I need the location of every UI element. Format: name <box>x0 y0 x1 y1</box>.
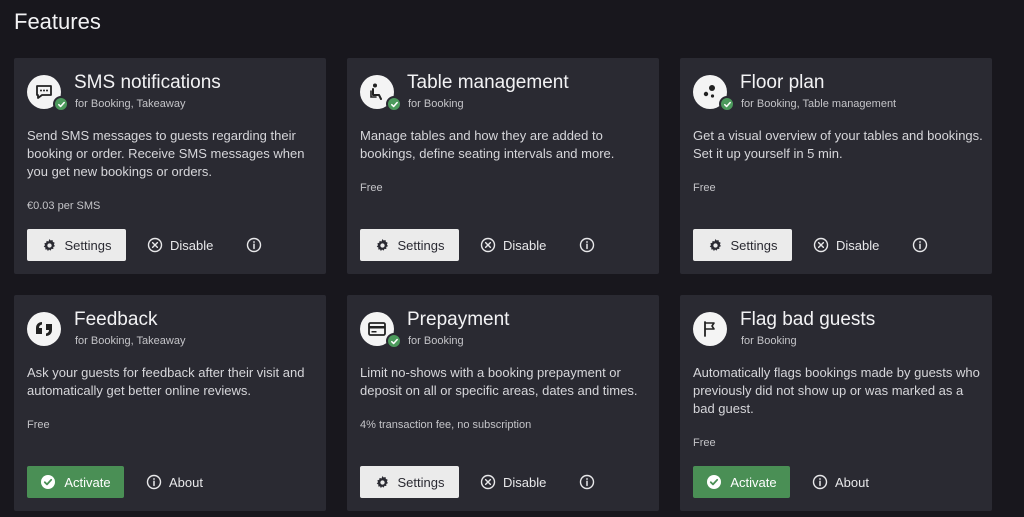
card-price: Free <box>360 182 383 194</box>
check-icon <box>719 96 735 112</box>
card-price: €0.03 per SMS <box>27 200 101 212</box>
feature-card-sms-notifications: SMS notifications for Booking, Takeaway Se… <box>14 58 326 274</box>
disable-button-label: Disable <box>503 237 547 253</box>
about-button[interactable]: About <box>812 466 869 498</box>
card-description: Get a visual overview of your tables and… <box>693 128 983 161</box>
card-description: Send SMS messages to guests regarding th… <box>27 128 305 179</box>
card-subtitle: for Booking, Takeaway <box>75 335 186 347</box>
card-title: SMS notifications <box>74 72 221 93</box>
info-button[interactable] <box>911 229 929 261</box>
card-description: Automatically flags bookings made by gue… <box>693 365 980 416</box>
check-circle-icon <box>706 474 722 490</box>
about-button[interactable]: About <box>146 466 203 498</box>
features-grid: SMS notifications for Booking, Takeaway Se… <box>14 58 992 511</box>
check-icon <box>386 96 402 112</box>
card-price: 4% transaction fee, no subscription <box>360 419 532 431</box>
flag-icon <box>693 312 727 346</box>
card-price: Free <box>27 419 50 431</box>
activate-button-label: Activate <box>730 474 777 490</box>
check-circle-icon <box>40 474 56 490</box>
settings-button-label: Settings <box>397 474 445 490</box>
card-subtitle: for Booking <box>408 335 464 347</box>
card-subtitle: for Booking <box>741 335 797 347</box>
card-actions: Settings Disable <box>693 229 929 261</box>
disable-button[interactable]: Disable <box>813 229 879 261</box>
info-icon <box>912 237 928 253</box>
card-actions: Settings Disable <box>27 229 263 261</box>
quote-icon <box>27 312 61 346</box>
card-price: Free <box>693 182 716 194</box>
card-actions: Activate About <box>693 466 869 498</box>
settings-button-label: Settings <box>397 237 445 253</box>
activate-button-label: Activate <box>64 474 111 490</box>
card-title: Prepayment <box>407 309 510 330</box>
feature-card-prepayment: Prepayment for Booking Limit no-shows with… <box>347 295 659 511</box>
card-price: Free <box>693 437 716 449</box>
check-icon <box>386 333 402 349</box>
about-button-label: About <box>169 474 203 490</box>
card-title: Table management <box>407 72 569 93</box>
info-icon <box>812 474 828 490</box>
disable-button[interactable]: Disable <box>480 466 546 498</box>
card-actions: Settings Disable <box>360 229 596 261</box>
settings-button[interactable]: Settings <box>693 229 792 261</box>
circle-x-icon <box>480 474 496 490</box>
settings-button[interactable]: Settings <box>27 229 126 261</box>
activate-button[interactable]: Activate <box>27 466 124 498</box>
card-subtitle: for Booking, Takeaway <box>75 98 186 110</box>
settings-button-label: Settings <box>64 237 112 253</box>
settings-button-label: Settings <box>730 237 778 253</box>
card-title: Flag bad guests <box>740 309 876 330</box>
page-title: Features <box>14 9 101 34</box>
feature-card-floor-plan: Floor plan for Booking, Table management G… <box>680 58 992 274</box>
info-icon <box>579 237 595 253</box>
feature-card-feedback: Feedback for Booking, Takeaway Ask your gu… <box>14 295 326 511</box>
about-button-label: About <box>835 474 869 490</box>
info-button[interactable] <box>578 229 596 261</box>
check-icon <box>53 96 69 112</box>
disable-button[interactable]: Disable <box>480 229 546 261</box>
card-actions: Activate About <box>27 466 203 498</box>
card-subtitle: for Booking <box>408 98 464 110</box>
card-description: Ask your guests for feedback after their… <box>27 365 305 398</box>
disable-button[interactable]: Disable <box>147 229 213 261</box>
circle-x-icon <box>147 237 163 253</box>
card-description: Manage tables and how they are added to … <box>360 128 615 161</box>
card-title: Feedback <box>74 309 158 330</box>
gear-icon <box>42 238 57 253</box>
gear-icon <box>708 238 723 253</box>
gear-icon <box>375 475 390 490</box>
feature-card-flag-bad-guests: Flag bad guests for Booking Automatically … <box>680 295 992 511</box>
settings-button[interactable]: Settings <box>360 229 459 261</box>
info-icon <box>246 237 262 253</box>
info-button[interactable] <box>578 466 596 498</box>
card-subtitle: for Booking, Table management <box>741 98 897 110</box>
info-icon <box>579 474 595 490</box>
info-button[interactable] <box>245 229 263 261</box>
card-title: Floor plan <box>740 72 825 93</box>
disable-button-label: Disable <box>170 237 214 253</box>
disable-button-label: Disable <box>503 474 547 490</box>
circle-x-icon <box>813 237 829 253</box>
settings-button[interactable]: Settings <box>360 466 459 498</box>
gear-icon <box>375 238 390 253</box>
circle-x-icon <box>480 237 496 253</box>
info-icon <box>146 474 162 490</box>
disable-button-label: Disable <box>836 237 880 253</box>
card-description: Limit no-shows with a booking prepayment… <box>360 365 638 398</box>
feature-card-table-management: Table management for Booking Manage tables… <box>347 58 659 274</box>
activate-button[interactable]: Activate <box>693 466 790 498</box>
card-actions: Settings Disable <box>360 466 596 498</box>
